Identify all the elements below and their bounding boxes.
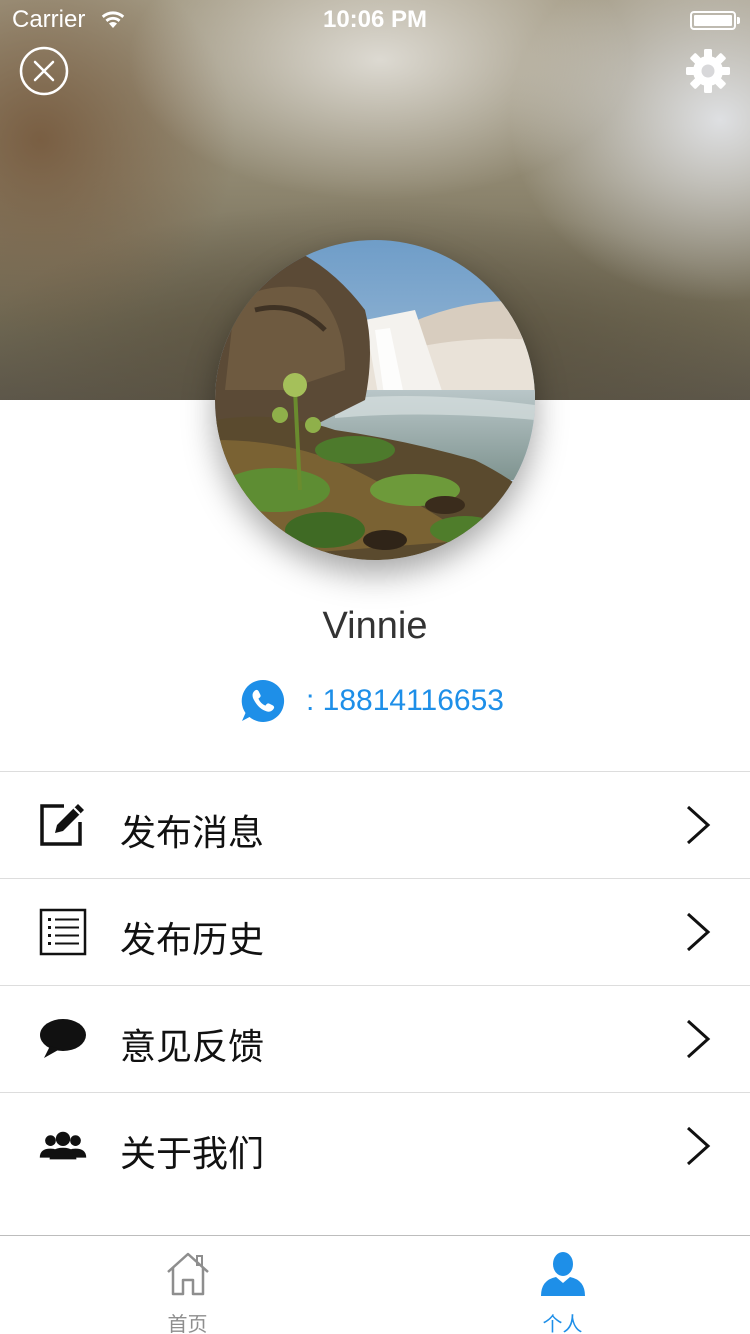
- list-icon: [39, 908, 87, 956]
- tab-label: 首页: [167, 1312, 208, 1334]
- chat-bubble-icon: [40, 1019, 86, 1058]
- chevron-right-icon: [686, 805, 711, 845]
- phone-bubble-icon: [241, 679, 285, 722]
- tab-bar: 首页 个人: [0, 1235, 750, 1334]
- user-name: Vinnie: [322, 605, 428, 647]
- gear-icon[interactable]: [684, 47, 732, 95]
- edit-icon: [40, 804, 84, 846]
- menu-item-feedback[interactable]: 意见反馈: [0, 986, 750, 1093]
- menu-item-label: 意见反馈: [120, 1027, 265, 1068]
- menu-item-publish-history[interactable]: 发布历史: [0, 879, 750, 986]
- menu-item-label: 发布历史: [120, 920, 265, 961]
- chevron-right-icon: [686, 912, 711, 952]
- clock: 10:06 PM: [322, 6, 428, 33]
- group-icon: [39, 1131, 87, 1160]
- tab-label: 个人: [542, 1312, 583, 1334]
- menu-item-publish-message[interactable]: 发布消息: [0, 772, 750, 879]
- avatar-photo: [215, 240, 535, 560]
- battery-icon: [690, 11, 740, 30]
- menu-item-label: 发布消息: [120, 813, 265, 854]
- person-icon: [541, 1252, 585, 1296]
- menu-item-about-us[interactable]: 关于我们: [0, 1093, 750, 1200]
- menu-item-label: 关于我们: [120, 1134, 265, 1175]
- chevron-right-icon: [686, 1126, 711, 1166]
- status-bar: Carrier 10:06 PM: [0, 0, 750, 40]
- home-icon: [167, 1252, 209, 1296]
- menu-list: 发布消息 发布历史 意见反馈 关于我们: [0, 771, 750, 1200]
- close-icon[interactable]: [19, 46, 69, 96]
- avatar[interactable]: [215, 240, 535, 560]
- tab-profile[interactable]: 个人: [375, 1236, 750, 1334]
- tab-home[interactable]: 首页: [0, 1236, 375, 1334]
- chevron-right-icon: [686, 1019, 711, 1059]
- phone-number: : 18814116653: [306, 684, 504, 717]
